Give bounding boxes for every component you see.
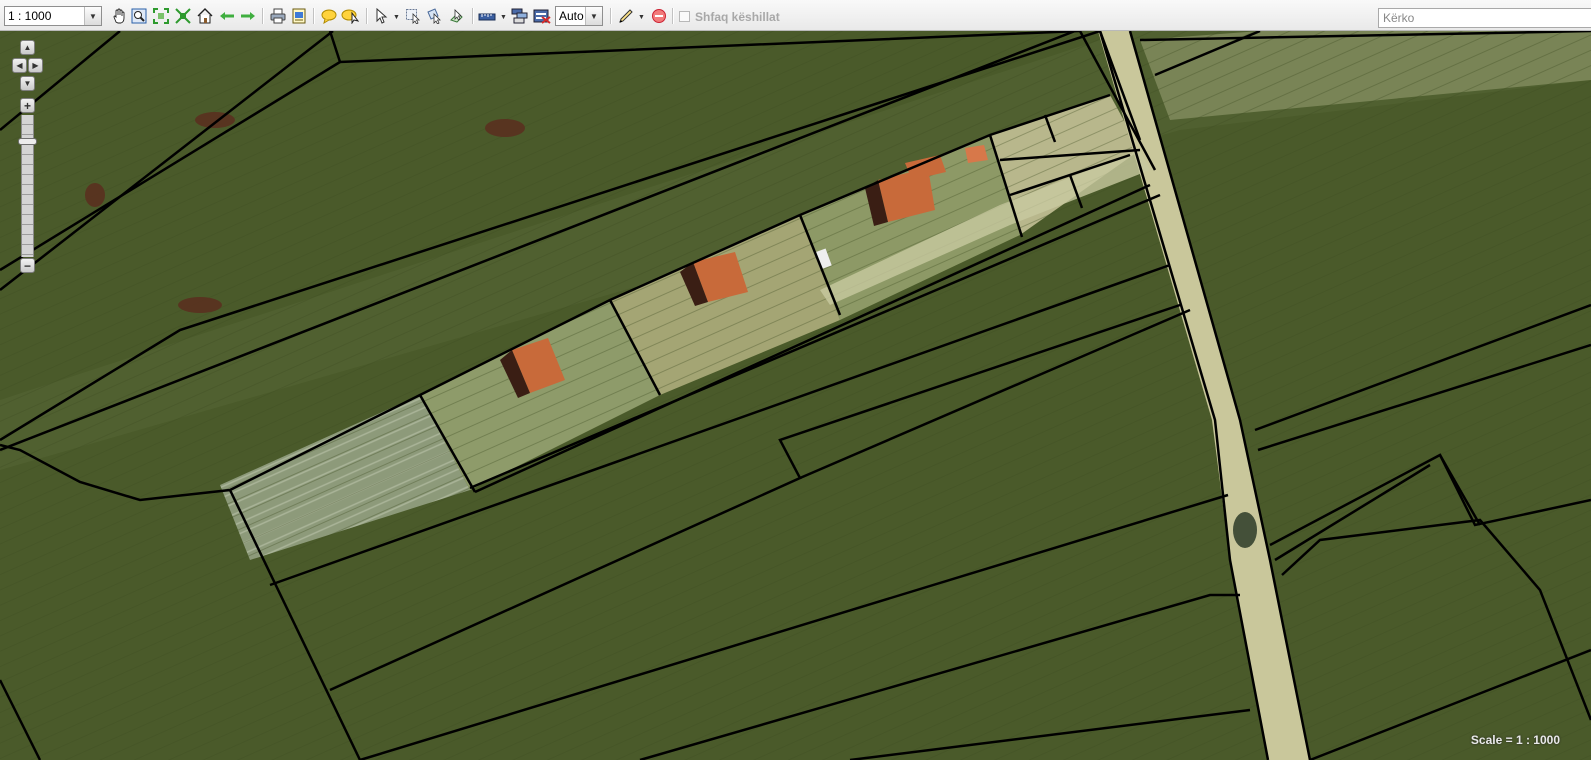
pan-down-button[interactable]: ▼ bbox=[20, 76, 35, 91]
orthophoto-parcel-layer bbox=[0, 31, 1591, 760]
scale-select[interactable]: 1 : 1000 ▼ bbox=[4, 6, 102, 26]
zoom-in-button[interactable]: + bbox=[20, 98, 35, 113]
clear-selection-icon[interactable] bbox=[448, 7, 466, 25]
chevron-up-icon: ▲ bbox=[23, 42, 32, 52]
select-polygon-icon[interactable] bbox=[425, 7, 443, 25]
pan-right-button[interactable]: ▶ bbox=[28, 58, 43, 73]
home-icon[interactable] bbox=[196, 7, 214, 25]
legend-remove-icon[interactable] bbox=[533, 7, 551, 25]
identify-icon[interactable] bbox=[341, 7, 359, 25]
pan-hand-icon[interactable] bbox=[110, 7, 128, 25]
arrow-right-icon[interactable] bbox=[239, 7, 257, 25]
select-box-icon[interactable] bbox=[404, 7, 422, 25]
scale-select-value: 1 : 1000 bbox=[8, 9, 52, 23]
tooltips-checkbox-label: Shfaq këshillat bbox=[695, 10, 780, 24]
toolbar-separator bbox=[313, 8, 315, 24]
chevron-left-icon: ◀ bbox=[16, 60, 23, 70]
zoom-layers-icon[interactable] bbox=[174, 7, 192, 25]
map-toolbar: 1 : 1000 ▼ ▼ ▼ Auto ▼ ▼ Shfaq këshillat … bbox=[0, 0, 1591, 31]
chevron-down-icon[interactable]: ▼ bbox=[638, 14, 645, 21]
auto-select[interactable]: Auto ▼ bbox=[555, 6, 603, 26]
chevron-down-icon[interactable]: ▼ bbox=[500, 14, 507, 21]
zoom-slider-thumb[interactable] bbox=[18, 138, 37, 145]
toolbar-separator bbox=[610, 8, 612, 24]
comment-icon[interactable] bbox=[320, 7, 338, 25]
zoom-out-button[interactable]: − bbox=[20, 258, 35, 273]
zoom-full-extent-icon[interactable] bbox=[152, 7, 170, 25]
select-pointer-icon[interactable] bbox=[372, 7, 390, 25]
plus-icon: + bbox=[23, 98, 31, 113]
search-input[interactable] bbox=[1378, 8, 1591, 28]
zoom-box-icon[interactable] bbox=[130, 7, 148, 25]
chevron-down-icon: ▼ bbox=[585, 7, 602, 25]
chevron-down-icon[interactable]: ▼ bbox=[393, 14, 400, 21]
zoom-slider-track[interactable] bbox=[21, 115, 34, 257]
auto-select-value: Auto bbox=[559, 9, 584, 23]
toolbar-separator bbox=[262, 8, 264, 24]
toolbar-separator bbox=[472, 8, 474, 24]
minus-icon: − bbox=[23, 258, 31, 273]
aerial-map-view[interactable]: ▲ ◀ ▶ ▼ + − Scale = 1 : 1000 bbox=[0, 31, 1591, 760]
chevron-down-icon: ▼ bbox=[84, 7, 101, 25]
toolbar-separator bbox=[672, 8, 674, 24]
draw-pen-icon[interactable] bbox=[617, 7, 635, 25]
scale-label: Scale = 1 : 1000 bbox=[1470, 733, 1560, 747]
pan-left-button[interactable]: ◀ bbox=[12, 58, 27, 73]
pan-up-button[interactable]: ▲ bbox=[20, 40, 35, 55]
export-document-icon[interactable] bbox=[290, 7, 308, 25]
tooltips-checkbox[interactable] bbox=[679, 11, 690, 22]
toolbar-separator bbox=[366, 8, 368, 24]
chevron-down-icon: ▼ bbox=[23, 78, 32, 88]
chevron-right-icon: ▶ bbox=[32, 60, 39, 70]
arrow-left-icon[interactable] bbox=[218, 7, 236, 25]
delete-drawing-icon[interactable] bbox=[650, 7, 668, 25]
map-layers-icon[interactable] bbox=[511, 7, 529, 25]
print-icon[interactable] bbox=[269, 7, 287, 25]
measure-ruler-icon[interactable] bbox=[478, 7, 496, 25]
